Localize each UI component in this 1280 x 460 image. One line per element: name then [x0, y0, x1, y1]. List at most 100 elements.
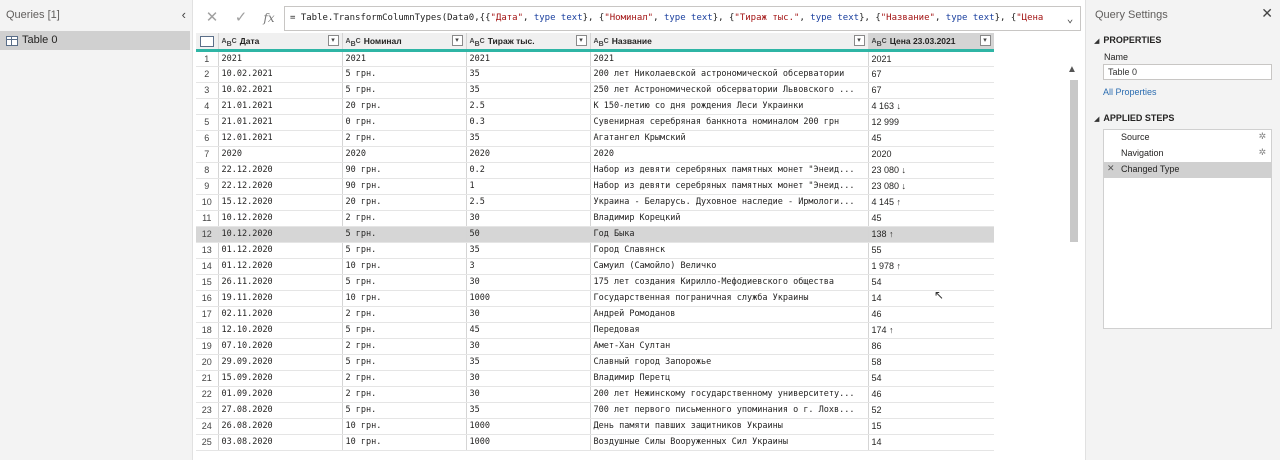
table-cell[interactable]: Воздушные Силы Вооруженных Сил Украины — [590, 434, 869, 451]
table-cell[interactable]: 174 ↑ — [868, 322, 994, 339]
row-number[interactable]: 11 — [196, 210, 219, 227]
table-cell[interactable]: 2020 — [590, 146, 869, 163]
cancel-formula-icon[interactable]: ✕ — [201, 8, 223, 28]
table-row[interactable]: 23 27.08.2020 5 грн. 35 700 лет первого пись… — [196, 402, 994, 419]
table-cell[interactable]: 250 лет Астрономической обсерватории Льв… — [590, 82, 869, 99]
delete-step-icon[interactable]: ✕ — [1107, 163, 1115, 174]
table-row[interactable]: 19 07.10.2020 2 грн. 30 Амет-Хан Султан 86 — [196, 338, 994, 355]
table-cell[interactable]: 200 лет Нежинскому государственному унив… — [590, 386, 869, 403]
table-row[interactable]: 9 22.12.2020 90 грн. 1 Набор из девяти сереб… — [196, 178, 994, 195]
table-cell[interactable]: 10 грн. — [342, 418, 467, 435]
table-cell[interactable]: 15.09.2020 — [218, 370, 343, 387]
table-cell[interactable]: 2.5 — [466, 194, 591, 211]
table-cell[interactable]: 12.01.2021 — [218, 130, 343, 147]
table-row[interactable]: 11 10.12.2020 2 грн. 30 Владимир Корецкий 45 — [196, 210, 994, 227]
table-row[interactable]: 4 21.01.2021 20 грн. 2.5 К 150-летию со дня … — [196, 98, 994, 115]
table-cell[interactable]: 20 грн. — [342, 194, 467, 211]
commit-formula-icon[interactable]: ✓ — [230, 8, 252, 28]
column-header-price[interactable]: ABC Цена 23.03.2021 ▾ — [868, 33, 994, 52]
table-cell[interactable]: 55 — [868, 242, 994, 259]
row-number[interactable]: 21 — [196, 370, 219, 387]
table-cell[interactable]: 2021 — [868, 50, 994, 67]
table-row[interactable]: 1 2021 2021 2021 2021 2021 — [196, 50, 994, 67]
table-cell[interactable]: 30 — [466, 370, 591, 387]
table-row[interactable]: 8 22.12.2020 90 грн. 0.2 Набор из девяти сер… — [196, 162, 994, 179]
row-number[interactable]: 10 — [196, 194, 219, 211]
table-cell[interactable]: 20 грн. — [342, 98, 467, 115]
scrollbar-thumb[interactable] — [1070, 80, 1078, 242]
row-number[interactable]: 13 — [196, 242, 219, 259]
table-cell[interactable]: 1 978 ↑ — [868, 258, 994, 275]
step-settings-gear-icon[interactable]: ✲ — [1258, 147, 1266, 158]
row-number[interactable]: 14 — [196, 258, 219, 275]
table-cell[interactable]: 01.09.2020 — [218, 386, 343, 403]
table-cell[interactable]: 30 — [466, 210, 591, 227]
table-cell[interactable]: 27.08.2020 — [218, 402, 343, 419]
table-cell[interactable]: 45 — [868, 210, 994, 227]
table-cell[interactable]: Агатангел Крымский — [590, 130, 869, 147]
applied-step[interactable]: Source ✲ — [1104, 130, 1271, 146]
text-type-icon[interactable]: ABC — [872, 38, 887, 48]
filter-dropdown-icon[interactable]: ▾ — [451, 35, 463, 46]
table-cell[interactable]: 2020 — [342, 146, 467, 163]
filter-dropdown-icon[interactable]: ▾ — [575, 35, 587, 46]
row-number[interactable]: 9 — [196, 178, 219, 195]
table-cell[interactable]: 2 грн. — [342, 370, 467, 387]
table-cell[interactable]: 45 — [466, 322, 591, 339]
table-row[interactable]: 20 29.09.2020 5 грн. 35 Славный город Запоро… — [196, 354, 994, 371]
table-cell[interactable]: Амет-Хан Султан — [590, 338, 869, 355]
row-number[interactable]: 1 — [196, 50, 219, 67]
row-number[interactable]: 3 — [196, 82, 219, 99]
table-row[interactable]: 6 12.01.2021 2 грн. 35 Агатангел Крымский 45 — [196, 130, 994, 147]
table-cell[interactable]: 2.5 — [466, 98, 591, 115]
table-cell[interactable]: 03.08.2020 — [218, 434, 343, 451]
table-cell[interactable]: 1000 — [466, 290, 591, 307]
table-cell[interactable]: 2021 — [342, 50, 467, 67]
vertical-scrollbar[interactable]: ▲ — [1066, 62, 1080, 460]
row-number[interactable]: 6 — [196, 130, 219, 147]
table-cell[interactable]: 54 — [868, 274, 994, 291]
table-cell[interactable]: 14 — [868, 434, 994, 451]
table-cell[interactable]: 5 грн. — [342, 242, 467, 259]
column-header-title[interactable]: ABC Название ▾ — [590, 33, 869, 52]
table-cell[interactable]: 2020 — [868, 146, 994, 163]
table-row[interactable]: 17 02.11.2020 2 грн. 30 Андрей Ромоданов 46 — [196, 306, 994, 323]
table-cell[interactable]: 45 — [868, 130, 994, 147]
table-cell[interactable]: 14 — [868, 290, 994, 307]
table-cell[interactable]: День памяти павших защитников Украины — [590, 418, 869, 435]
table-row[interactable]: 12 10.12.2020 5 грн. 50 Год Быка 138 ↑ — [196, 226, 994, 243]
table-cell[interactable]: 2 грн. — [342, 130, 467, 147]
table-cell[interactable]: 21.01.2021 — [218, 114, 343, 131]
collapse-triangle-icon[interactable]: ◢ — [1094, 116, 1099, 123]
table-cell[interactable]: Владимир Корецкий — [590, 210, 869, 227]
table-row[interactable]: 18 12.10.2020 5 грн. 45 Передовая 174 ↑ — [196, 322, 994, 339]
table-cell[interactable]: Украина - Беларусь. Духовное наследие - … — [590, 194, 869, 211]
filter-dropdown-icon[interactable]: ▾ — [327, 35, 339, 46]
table-cell[interactable]: 58 — [868, 354, 994, 371]
row-number[interactable]: 7 — [196, 146, 219, 163]
row-number[interactable]: 20 — [196, 354, 219, 371]
table-cell[interactable]: 01.12.2020 — [218, 258, 343, 275]
expand-formula-chevron-icon[interactable]: ⌄ — [1060, 8, 1080, 30]
table-cell[interactable]: 10 грн. — [342, 290, 467, 307]
table-cell[interactable]: 5 грн. — [342, 322, 467, 339]
table-cell[interactable]: 4 163 ↓ — [868, 98, 994, 115]
table-cell[interactable]: 26.08.2020 — [218, 418, 343, 435]
applied-steps-section[interactable]: ◢ APPLIED STEPS — [1094, 113, 1174, 123]
row-number[interactable]: 16 — [196, 290, 219, 307]
table-row[interactable]: 5 21.01.2021 0 грн. 0.3 Сувенирная серебряна… — [196, 114, 994, 131]
row-number[interactable]: 23 — [196, 402, 219, 419]
close-icon[interactable]: ✕ — [1261, 5, 1273, 22]
table-cell[interactable]: 5 грн. — [342, 82, 467, 99]
table-cell[interactable]: Сувенирная серебряная банкнота номиналом… — [590, 114, 869, 131]
table-cell[interactable]: 26.11.2020 — [218, 274, 343, 291]
table-cell[interactable]: 175 лет создания Кирилло-Мефодиевского о… — [590, 274, 869, 291]
table-cell[interactable]: 0.3 — [466, 114, 591, 131]
collapse-chevron-icon[interactable]: ‹ — [182, 7, 186, 22]
table-cell[interactable]: Город Славянск — [590, 242, 869, 259]
table-row[interactable]: 2 10.02.2021 5 грн. 35 200 лет Николаевской … — [196, 66, 994, 83]
table-cell[interactable]: 35 — [466, 82, 591, 99]
table-cell[interactable]: 29.09.2020 — [218, 354, 343, 371]
table-cell[interactable]: 1000 — [466, 434, 591, 451]
table-row[interactable]: 24 26.08.2020 10 грн. 1000 День памяти павши… — [196, 418, 994, 435]
